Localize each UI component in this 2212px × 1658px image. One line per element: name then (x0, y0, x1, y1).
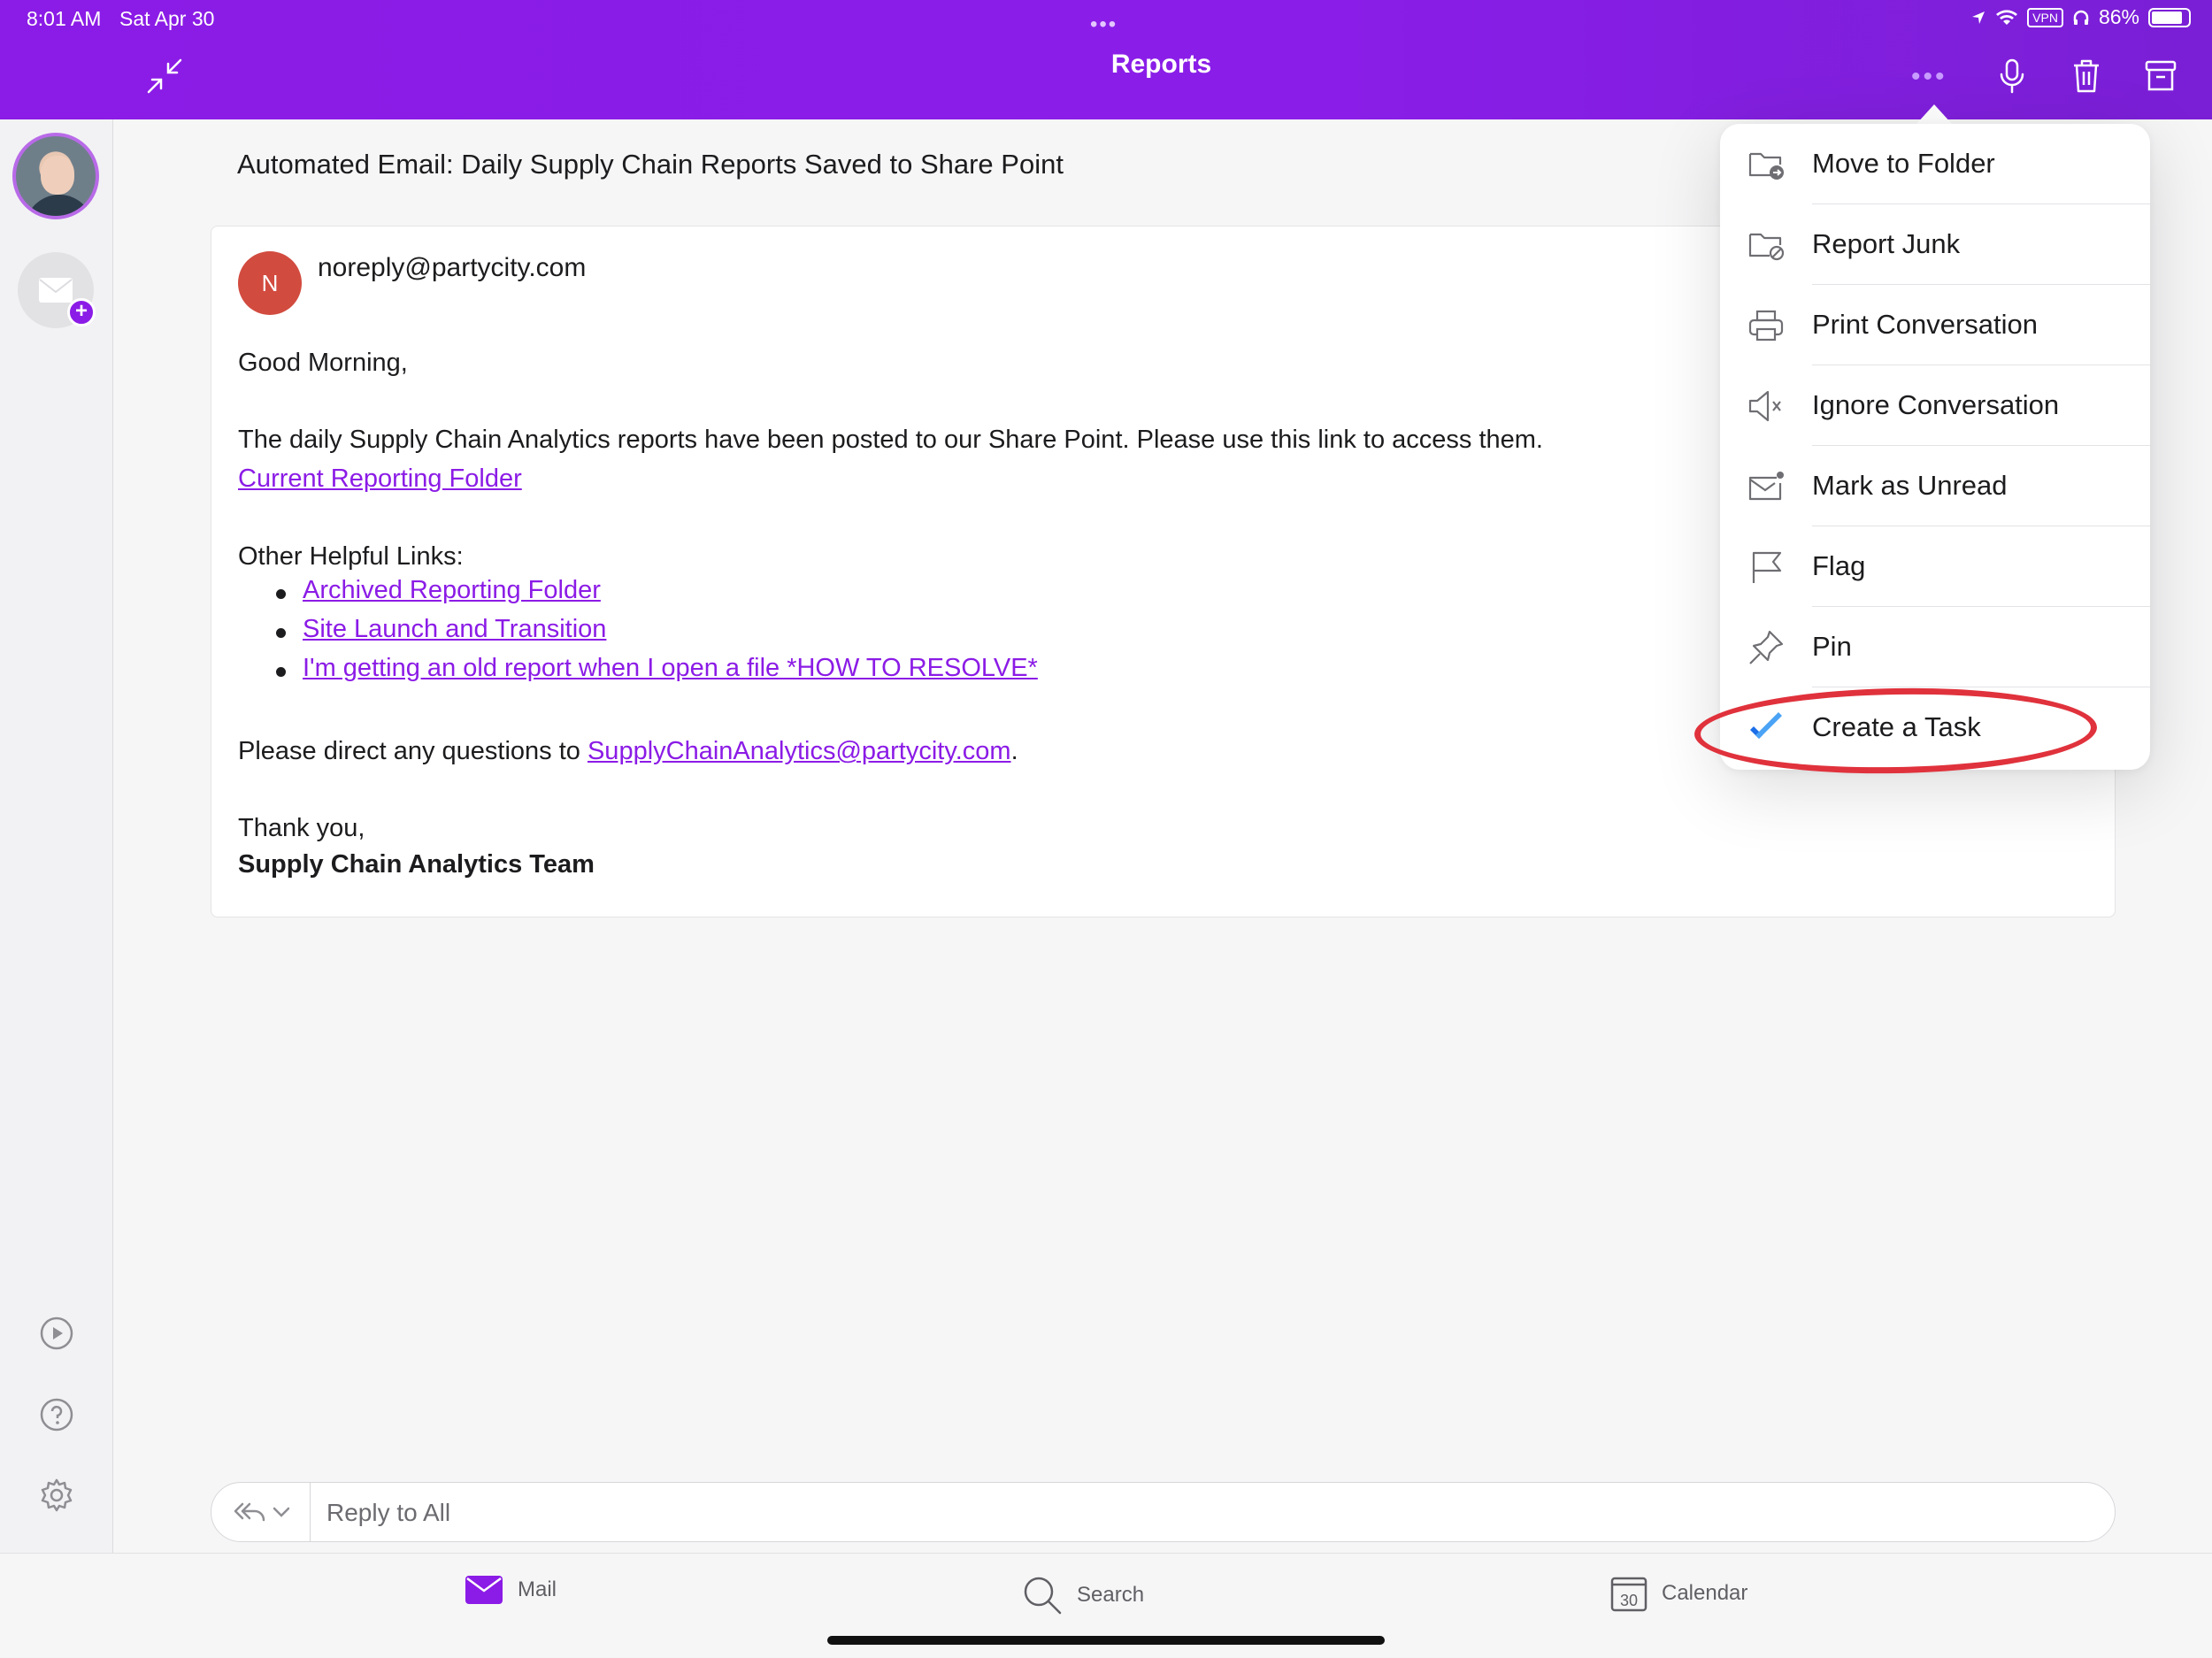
tab-mail[interactable]: Mail (465, 1575, 557, 1605)
battery-icon (2148, 7, 2191, 27)
envelope-unread-icon (1748, 472, 1784, 501)
status-time: 8:01 AM (27, 7, 102, 30)
menu-item-pin[interactable]: Pin (1720, 607, 2150, 687)
calendar-icon: 30 (1610, 1577, 1647, 1612)
more-options-icon[interactable]: ••• (1911, 62, 1947, 92)
pin-icon (1749, 630, 1784, 664)
trash-icon[interactable] (2065, 55, 2108, 97)
menu-label: Move to Folder (1812, 148, 1995, 179)
settings-gear-icon[interactable] (39, 1478, 74, 1513)
headphones-icon (2073, 10, 2089, 25)
menu-label: Report Junk (1812, 228, 1961, 259)
menu-item-mark-as-unread[interactable]: Mark as Unread (1720, 446, 2150, 526)
user-avatar[interactable] (12, 133, 99, 219)
flag-icon (1752, 551, 1782, 583)
current-reporting-folder-link[interactable]: Current Reporting Folder (238, 464, 522, 493)
tab-calendar-label: Calendar (1662, 1581, 1748, 1605)
list-item: I'm getting an old report when I open a … (238, 654, 1038, 693)
reply-all-icon (234, 1502, 265, 1522)
location-arrow-icon (1972, 11, 1985, 24)
microphone-icon[interactable] (1991, 55, 2033, 97)
calendar-day-number: 30 (1620, 1592, 1638, 1609)
site-launch-link[interactable]: Site Launch and Transition (303, 615, 606, 643)
speaker-mute-icon (1748, 390, 1781, 422)
account-rail: + (0, 119, 113, 1553)
sender-avatar[interactable]: N (238, 251, 302, 315)
reply-mode-selector[interactable] (211, 1483, 311, 1541)
tab-search[interactable]: Search (1022, 1575, 1144, 1616)
menu-label: Mark as Unread (1812, 470, 2008, 501)
closing-text: Thank you, (238, 814, 365, 842)
menu-item-report-junk[interactable]: Report Junk (1720, 204, 2150, 285)
list-item: Archived Reporting Folder (238, 576, 1038, 615)
mail-icon (465, 1576, 503, 1604)
top-app-bar: 8:01 AM Sat Apr 30 ••• VPN 86% Reports •… (0, 0, 2212, 119)
multitasking-dots-icon[interactable]: ••• (1090, 12, 1118, 37)
vpn-badge: VPN (2027, 7, 2063, 27)
menu-item-ignore-conversation[interactable]: Ignore Conversation (1720, 365, 2150, 446)
greeting-text: Good Morning, (238, 349, 408, 377)
questions-line: Please direct any questions to SupplyCha… (238, 737, 1018, 766)
sender-address[interactable]: noreply@partycity.com (318, 253, 586, 283)
add-account-button[interactable]: + (18, 252, 96, 328)
folder-move-icon (1748, 152, 1784, 180)
reply-input[interactable]: Reply to All (326, 1499, 450, 1527)
questions-prefix: Please direct any questions to (238, 737, 588, 765)
folder-junk-icon (1748, 233, 1785, 261)
questions-suffix: . (1010, 737, 1018, 765)
page-title: Reports (1110, 50, 1212, 79)
tab-calendar[interactable]: 30 Calendar (1610, 1575, 1747, 1612)
intro-text: The daily Supply Chain Analytics reports… (238, 426, 1543, 454)
tab-mail-label: Mail (518, 1577, 557, 1601)
tab-search-label: Search (1077, 1583, 1145, 1607)
menu-label: Ignore Conversation (1812, 389, 2060, 420)
search-icon (1024, 1577, 1062, 1615)
battery-percent: 86% (2098, 5, 2139, 28)
play-icon[interactable] (39, 1316, 74, 1351)
chevron-down-icon (273, 1507, 289, 1517)
status-date: Sat Apr 30 (119, 7, 215, 30)
helpful-links-list: Archived Reporting Folder Site Launch an… (238, 576, 1038, 693)
old-report-resolve-link[interactable]: I'm getting an old report when I open a … (303, 654, 1038, 682)
other-links-heading: Other Helpful Links: (238, 542, 464, 571)
help-icon[interactable] (39, 1397, 74, 1432)
plus-icon: + (67, 298, 96, 326)
list-item: Site Launch and Transition (238, 615, 1038, 654)
status-indicators: VPN 86% (1970, 5, 2191, 29)
archive-icon[interactable] (2139, 55, 2182, 97)
home-indicator[interactable] (827, 1636, 1385, 1645)
signature: Supply Chain Analytics Team (238, 850, 595, 879)
menu-label: Print Conversation (1812, 309, 2039, 340)
printer-icon (1748, 310, 1784, 342)
menu-item-flag[interactable]: Flag (1720, 526, 2150, 607)
menu-item-print-conversation[interactable]: Print Conversation (1720, 285, 2150, 365)
menu-label: Flag (1812, 550, 1866, 581)
archived-reporting-folder-link[interactable]: Archived Reporting Folder (303, 576, 601, 604)
wifi-icon (1996, 9, 2018, 25)
menu-item-move-to-folder[interactable]: Move to Folder (1720, 124, 2150, 204)
menu-pointer (1916, 104, 1952, 124)
email-subject: Automated Email: Daily Supply Chain Repo… (237, 149, 1064, 180)
support-email-link[interactable]: SupplyChainAnalytics@partycity.com (588, 737, 1011, 765)
more-options-menu: Move to Folder Report Junk Print Convers… (1720, 124, 2150, 770)
reply-bar[interactable]: Reply to All (211, 1482, 2116, 1542)
envelope-icon (39, 278, 73, 303)
menu-label: Pin (1812, 631, 1852, 662)
